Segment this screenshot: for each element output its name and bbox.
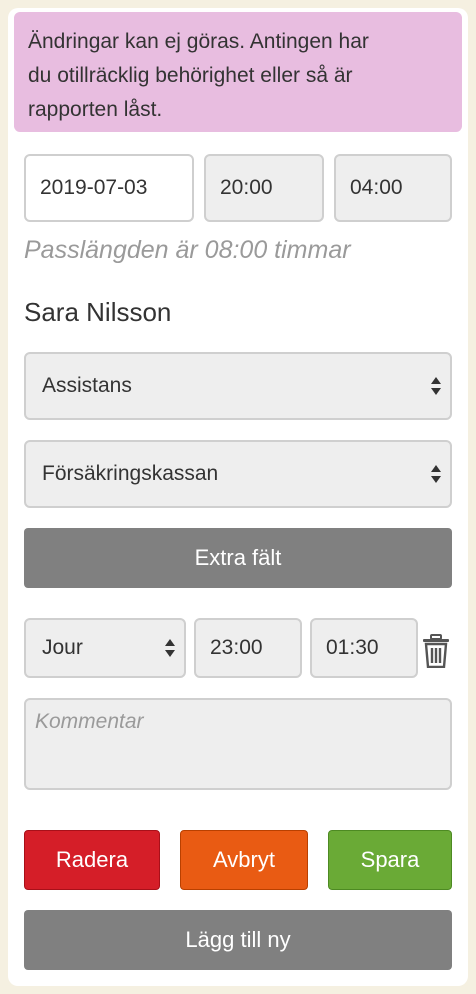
row-end-time-input[interactable]: 01:30 [310,618,418,678]
select-arrows-icon [431,377,441,395]
start-time-input[interactable]: 20:00 [204,154,324,222]
person-name: Sara Nilsson [24,297,172,327]
notice-line-2: du otillräcklig behörighet eller så är [28,64,353,87]
assignment-type-select[interactable]: Assistans [24,352,452,420]
start-time-value: 20:00 [220,176,273,199]
save-button[interactable]: Spara [328,830,452,890]
notice-line-1: Ändringar kan ej göras. Antingen har [28,30,369,53]
comment-placeholder: Kommentar [35,710,144,733]
shift-duration-text: Passlängden är 08:00 timmar [24,236,351,264]
assignment-type-value: Assistans [42,374,132,397]
row-start-time-input[interactable]: 23:00 [194,618,302,678]
delete-button[interactable]: Radera [24,830,160,890]
select-arrows-icon [165,639,175,657]
extra-fields-button[interactable]: Extra fält [24,528,452,588]
end-time-value: 04:00 [350,176,403,199]
cancel-button[interactable]: Avbryt [180,830,308,890]
notice-line-3: rapporten låst. [28,98,163,121]
payer-select[interactable]: Försäkringskassan [24,440,452,508]
shift-kind-value: Jour [42,636,83,659]
end-time-input[interactable]: 04:00 [334,154,452,222]
shift-kind-select[interactable]: Jour [24,618,186,678]
add-new-button[interactable]: Lägg till ny [24,910,452,970]
date-input[interactable]: 2019-07-03 [24,154,194,222]
locked-notice: Ändringar kan ej göras. Antingen har du … [14,12,462,132]
row-start-time-value: 23:00 [210,636,263,659]
select-arrows-icon [431,465,441,483]
row-end-time-value: 01:30 [326,636,379,659]
date-value: 2019-07-03 [40,176,148,199]
trash-icon[interactable] [422,634,450,668]
comment-field[interactable]: Kommentar [24,698,452,790]
payer-value: Försäkringskassan [42,462,219,485]
